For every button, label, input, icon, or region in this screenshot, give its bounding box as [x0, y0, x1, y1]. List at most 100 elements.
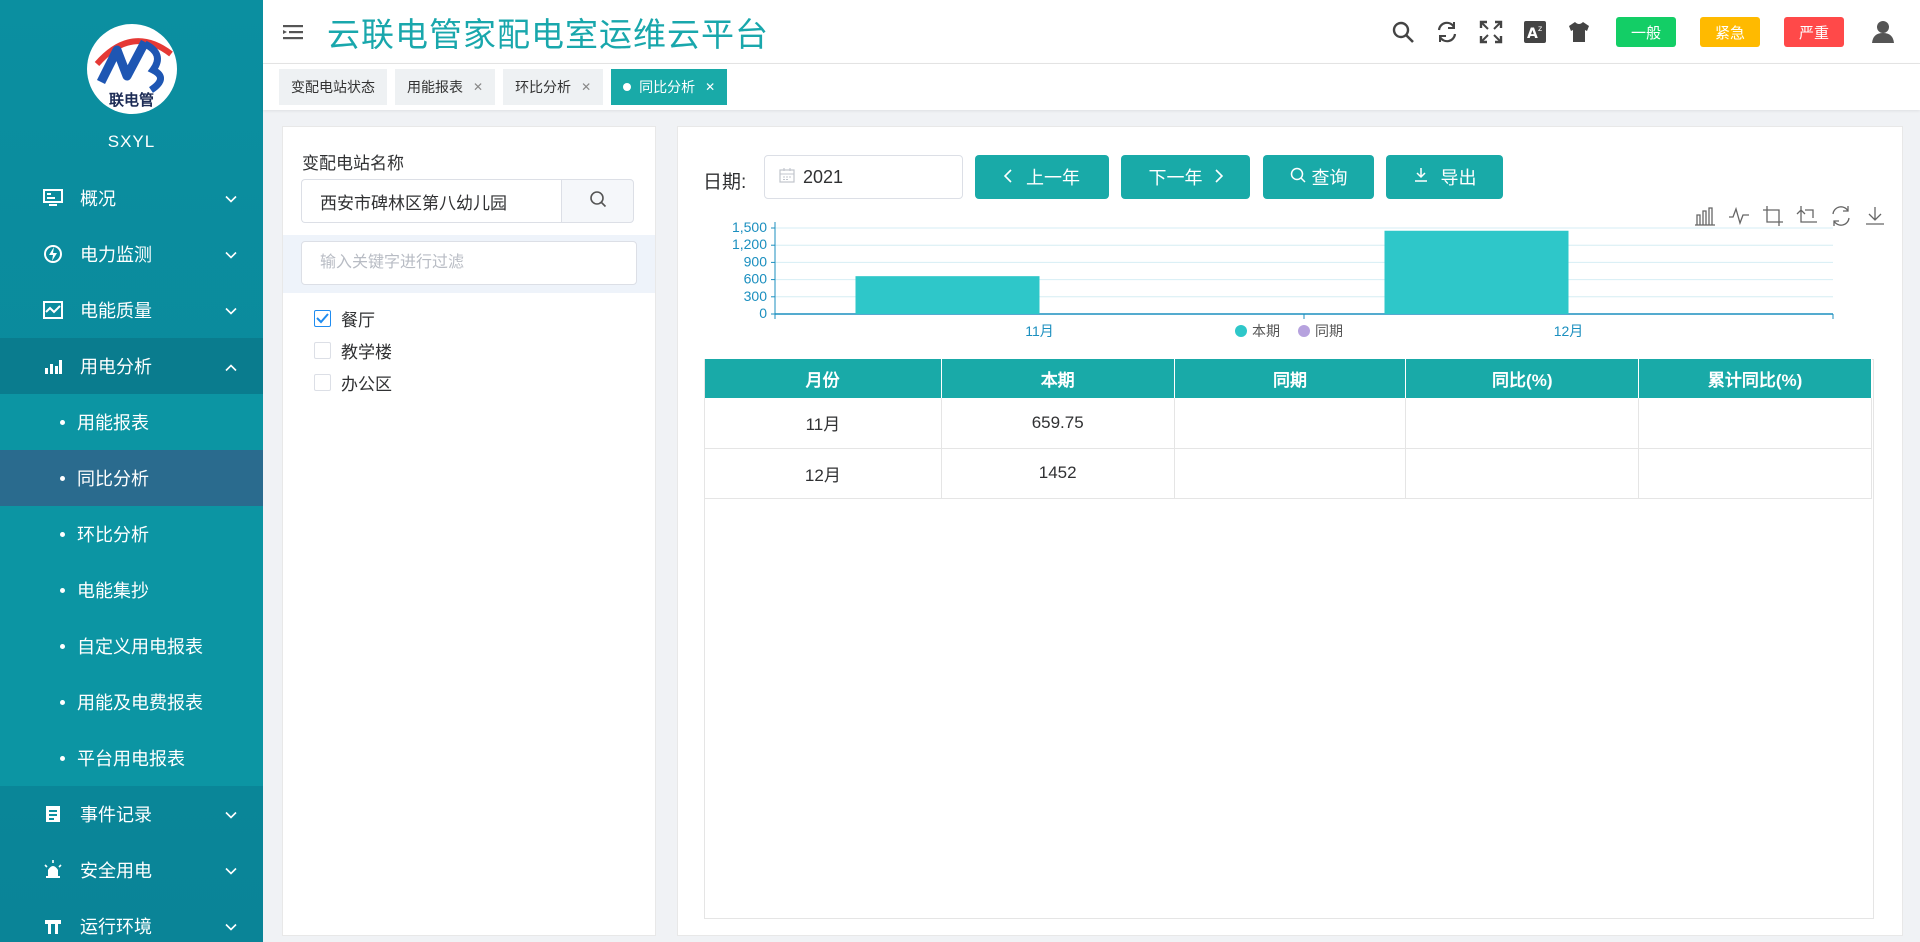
year-value: 2021 [803, 166, 844, 187]
sidebar-subitem-platform-report[interactable]: 平台用电报表 [0, 730, 263, 786]
close-icon[interactable]: ✕ [473, 80, 483, 94]
search-icon [589, 190, 607, 213]
prev-year-button[interactable]: 上一年 [975, 155, 1109, 199]
tabs-bar: 变配电站状态 用能报表 ✕ 环比分析 ✕ 同比分析 ✕ [263, 64, 1920, 110]
bullet-dot [60, 643, 65, 649]
bar-current-period [1384, 230, 1569, 314]
tab-yoy-analysis[interactable]: 同比分析 ✕ [611, 69, 728, 105]
checkbox-icon[interactable] [314, 341, 331, 359]
x-tick-label: 12月 [1554, 323, 1584, 337]
font-size-icon[interactable]: Az [1522, 19, 1548, 45]
chevron-down-icon [225, 916, 237, 937]
table-row[interactable]: 12月 1452 [704, 448, 1872, 499]
station-tree-panel: 变配电站名称 西安市碑林区第八幼儿园 餐厅 教学楼 办公区 [282, 126, 656, 936]
sidebar-item-label: 安全用电 [80, 861, 152, 881]
bar-current-period [855, 276, 1040, 314]
sidebar-item-event-record[interactable]: 事件记录 [0, 786, 263, 842]
refresh-icon[interactable] [1434, 19, 1460, 45]
user-icon[interactable] [1870, 19, 1896, 45]
date-label: 日期: [703, 172, 747, 193]
column-header[interactable]: 累计同比(%) [1638, 359, 1872, 398]
prev-year-label: 上一年 [1026, 168, 1080, 188]
table-cell [1405, 448, 1640, 499]
power-icon [42, 243, 64, 265]
sidebar-subitem-energy-report[interactable]: 用能报表 [0, 394, 263, 450]
checkbox-checked-icon[interactable] [314, 309, 331, 327]
legend-label: 同期 [1315, 323, 1343, 337]
column-header[interactable]: 月份 [704, 359, 942, 398]
table-cell [1638, 398, 1872, 449]
sidebar-item-label: 运行环境 [80, 917, 152, 937]
station-select-input[interactable]: 西安市碑林区第八幼儿园 [301, 179, 561, 223]
year-picker-input[interactable]: 2021 [764, 155, 963, 199]
column-header[interactable]: 本期 [941, 359, 1175, 398]
checkbox-icon[interactable] [314, 373, 331, 391]
chevron-left-icon [1003, 167, 1012, 188]
sidebar-item-safety[interactable]: 安全用电 [0, 842, 263, 898]
sidebar-subitem-fee-report[interactable]: 用能及电费报表 [0, 674, 263, 730]
sidebar-item-power-quality[interactable]: 电能质量 [0, 282, 263, 338]
y-tick-label: 1,500 [732, 219, 767, 235]
alarm-level-urgent-button[interactable]: 紧急 [1699, 17, 1760, 47]
theme-shirt-icon[interactable] [1566, 19, 1592, 45]
sidebar-item-label: 事件记录 [80, 805, 152, 825]
tree-node-canteen[interactable]: 餐厅 [314, 306, 375, 330]
yoy-analysis-panel: 日期: 2021 上一年 下一年 查询 导出 0 300 600 900 1,200 1,… [677, 126, 1903, 936]
sidebar-item-environment[interactable]: 运行环境 [0, 898, 263, 942]
column-header[interactable]: 同比(%) [1405, 359, 1640, 398]
sidebar-subitem-mom-analysis[interactable]: 环比分析 [0, 506, 263, 562]
sidebar-item-power-monitor[interactable]: 电力监测 [0, 226, 263, 282]
station-search-button[interactable] [561, 179, 634, 223]
sidebar-subitem-yoy-analysis[interactable]: 同比分析 [0, 450, 263, 506]
sidebar-subitem-custom-report[interactable]: 自定义用电报表 [0, 618, 263, 674]
close-icon[interactable]: ✕ [581, 80, 591, 94]
tab-mom-analysis[interactable]: 环比分析 ✕ [503, 69, 604, 105]
monitor-icon [42, 187, 64, 209]
query-label: 查询 [1311, 168, 1348, 188]
close-icon[interactable]: ✕ [705, 80, 715, 94]
table-cell [1174, 398, 1407, 449]
tree-node-teaching-building[interactable]: 教学楼 [314, 338, 392, 362]
alarm-level-normal-button[interactable]: 一般 [1615, 17, 1676, 47]
sidebar-item-label: 电能质量 [80, 301, 152, 321]
y-tick-label: 600 [744, 271, 768, 287]
tab-energy-report[interactable]: 用能报表 ✕ [395, 69, 496, 105]
bullet-dot [60, 475, 65, 481]
table-row[interactable]: 11月 659.75 [704, 398, 1872, 449]
tree-node-label: 餐厅 [341, 310, 375, 330]
fullscreen-icon[interactable] [1478, 19, 1504, 45]
sidebar-item-overview[interactable]: 概况 [0, 170, 263, 226]
sidebar-item-usage-analysis[interactable]: 用电分析 [0, 338, 263, 394]
sidebar-item-label: 电力监测 [80, 245, 152, 265]
bullet-dot [60, 531, 65, 537]
logo-text: 联电管 [108, 92, 154, 109]
sidebar-item-label: 用电分析 [80, 357, 152, 377]
search-icon[interactable] [1390, 19, 1416, 45]
table-header-row: 月份 本期 同期 同比(%) 累计同比(%) [704, 359, 1872, 398]
sidebar-subitem-label: 环比分析 [77, 525, 149, 545]
submenu-usage-analysis: 用能报表 同比分析 环比分析 电能集抄 自定义用电报表 用能及电费报表 平台用电… [0, 394, 263, 786]
tree-node-office-area[interactable]: 办公区 [314, 370, 392, 394]
svg-text:A: A [1527, 26, 1538, 42]
tree-filter-input[interactable] [301, 241, 637, 285]
tab-station-status[interactable]: 变配电站状态 [279, 69, 387, 105]
chevron-down-icon [225, 804, 237, 825]
chevron-right-icon [1214, 167, 1223, 188]
tree-node-label: 办公区 [341, 374, 392, 394]
sidebar-subitem-meter-reading[interactable]: 电能集抄 [0, 562, 263, 618]
table-cell: 12月 [704, 448, 942, 499]
brand-name: SXYL [107, 132, 156, 151]
sidebar-menu: 概况 电力监测 电能质量 用电分析 用能报表 同比分析 环比分析 电能集抄 自定… [0, 170, 263, 942]
x-tick-label: 11月 [1025, 323, 1054, 337]
next-year-button[interactable]: 下一年 [1121, 155, 1250, 199]
hamburger-menu-icon[interactable] [283, 21, 305, 43]
export-button[interactable]: 导出 [1386, 155, 1503, 199]
chevron-down-icon [225, 860, 237, 881]
sidebar-subitem-label: 用能及电费报表 [77, 693, 203, 713]
column-header[interactable]: 同期 [1174, 359, 1407, 398]
alarm-level-severe-button[interactable]: 严重 [1783, 17, 1844, 47]
y-tick-label: 300 [744, 288, 768, 304]
tab-label: 变配电站状态 [291, 79, 375, 95]
query-button[interactable]: 查询 [1263, 155, 1374, 199]
bar-chart-icon [42, 355, 64, 377]
